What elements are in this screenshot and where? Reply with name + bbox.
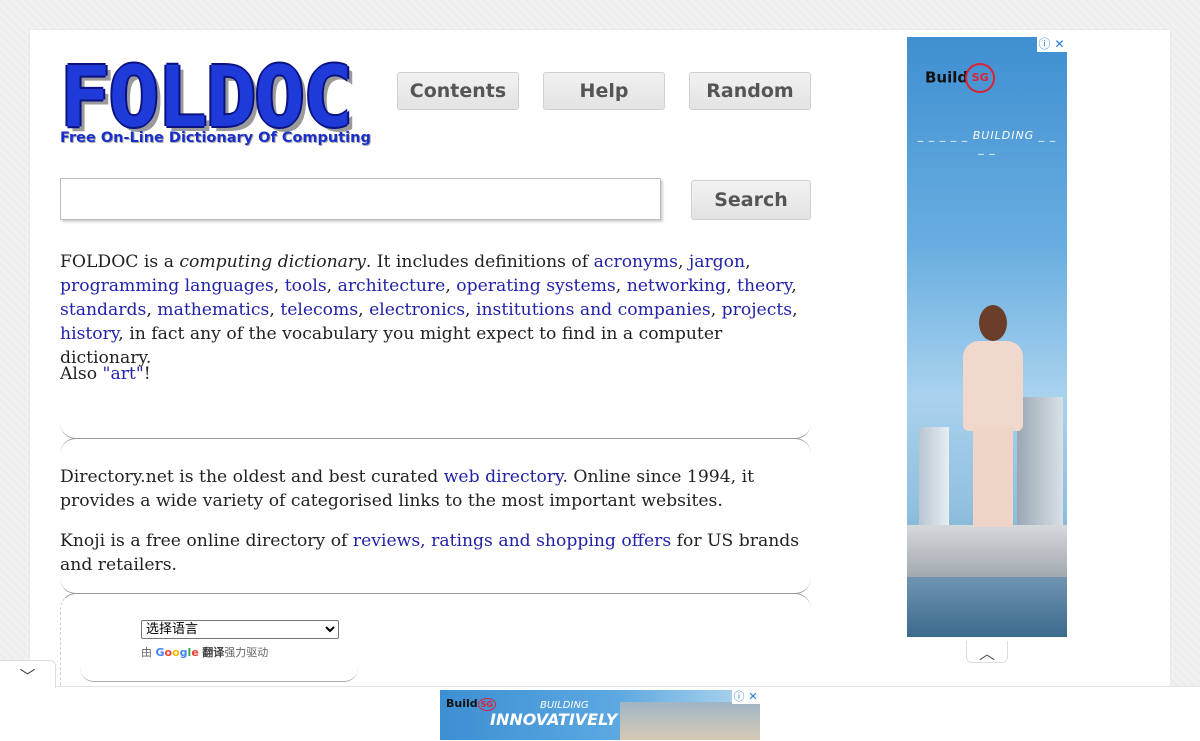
ad-controls: ⓘ ✕ — [732, 690, 760, 704]
bottom-advertisement[interactable]: Build SG BUILDING INNOVATIVELY ⓘ ✕ — [440, 690, 760, 740]
ad-headline: _ _ _ _ _ BUILDING _ _ _ _ — [917, 129, 1057, 155]
logo-wordmark: FOLDOC — [60, 48, 353, 146]
logo-tagline: Free On-Line Dictionary Of Computing — [60, 130, 371, 146]
link-standards[interactable]: standards — [60, 300, 146, 320]
link-reviews-ratings[interactable]: reviews, ratings and shopping offers — [353, 531, 671, 551]
collapse-ad-button[interactable]: ︿ — [966, 641, 1008, 663]
chevron-up-icon: ︿ — [978, 643, 995, 663]
contents-button[interactable]: Contents — [397, 72, 519, 110]
link-art[interactable]: "art" — [103, 364, 144, 384]
link-networking[interactable]: networking — [627, 276, 726, 296]
ad-info-icon[interactable]: ⓘ — [732, 690, 746, 704]
intro-text: . It includes definitions of — [365, 252, 594, 272]
link-acronyms[interactable]: acronyms — [594, 252, 678, 272]
also-paragraph: Also "art"! — [60, 362, 812, 386]
ad-person-head — [979, 305, 1007, 341]
ad-person-graphic — [955, 305, 1035, 530]
directory-paragraph: Directory.net is the oldest and best cur… — [60, 465, 812, 513]
link-telecoms[interactable]: telecoms — [280, 300, 358, 320]
search-input[interactable] — [60, 178, 661, 220]
chevron-down-icon: ﹀ — [19, 666, 36, 686]
section-divider — [60, 578, 811, 594]
link-architecture[interactable]: architecture — [338, 276, 446, 296]
also-suffix: ! — [143, 364, 151, 384]
ad-person-legs — [973, 427, 1013, 527]
random-button[interactable]: Random — [689, 72, 811, 110]
intro-paragraph: FOLDOC is a computing dictionary. It inc… — [60, 252, 798, 368]
search-button[interactable]: Search — [691, 180, 811, 220]
foldoc-logo[interactable]: FOLDOC Free On-Line Dictionary Of Comput… — [60, 52, 371, 155]
expand-bar-button[interactable]: ﹀ — [0, 660, 56, 688]
side-advertisement[interactable]: Build SG _ _ _ _ _ BUILDING _ _ _ _ ⓘ ✕ — [907, 37, 1067, 637]
ad-brand: Build — [446, 697, 478, 710]
ad-brand-badge: SG — [965, 63, 996, 93]
ad-brand: Build — [925, 68, 969, 87]
section-divider — [60, 423, 811, 439]
intro-emphasis: computing dictionary — [179, 252, 366, 272]
ad-logo: Build SG — [925, 63, 996, 93]
ad-logo: Build SG — [446, 697, 496, 711]
help-button[interactable]: Help — [543, 72, 665, 110]
translate-divider — [80, 650, 358, 682]
knoji-paragraph: Knoji is a free online directory of revi… — [60, 529, 812, 577]
directory-text: Directory.net is the oldest and best cur… — [60, 467, 444, 487]
ad-skyline-graphic — [907, 525, 1067, 580]
also-prefix: Also — [60, 364, 103, 384]
ad-person-body — [963, 341, 1023, 431]
link-projects[interactable]: projects — [722, 300, 792, 320]
link-institutions-and-companies[interactable]: institutions and companies — [476, 300, 711, 320]
ad-line2: INNOVATIVELY — [490, 710, 618, 729]
ad-close-icon[interactable]: ✕ — [746, 690, 760, 704]
language-select[interactable]: 选择语言 — [141, 620, 339, 639]
ad-scene-graphic — [620, 702, 760, 740]
link-web-directory[interactable]: web directory — [444, 467, 563, 487]
ad-controls: ⓘ ✕ — [1037, 37, 1067, 52]
link-mathematics[interactable]: mathematics — [157, 300, 269, 320]
link-jargon[interactable]: jargon — [689, 252, 745, 272]
knoji-text: Knoji is a free online directory of — [60, 531, 353, 551]
link-programming-languages[interactable]: programming languages — [60, 276, 274, 296]
ad-close-icon[interactable]: ✕ — [1052, 37, 1067, 52]
ad-water-graphic — [907, 577, 1067, 637]
link-tools[interactable]: tools — [285, 276, 327, 296]
link-theory[interactable]: theory — [737, 276, 791, 296]
link-operating-systems[interactable]: operating systems — [456, 276, 615, 296]
section-divider — [60, 438, 811, 454]
ad-info-icon[interactable]: ⓘ — [1037, 37, 1052, 52]
intro-text: FOLDOC is a — [60, 252, 180, 272]
link-electronics[interactable]: electronics — [369, 300, 465, 320]
link-history[interactable]: history — [60, 324, 118, 344]
